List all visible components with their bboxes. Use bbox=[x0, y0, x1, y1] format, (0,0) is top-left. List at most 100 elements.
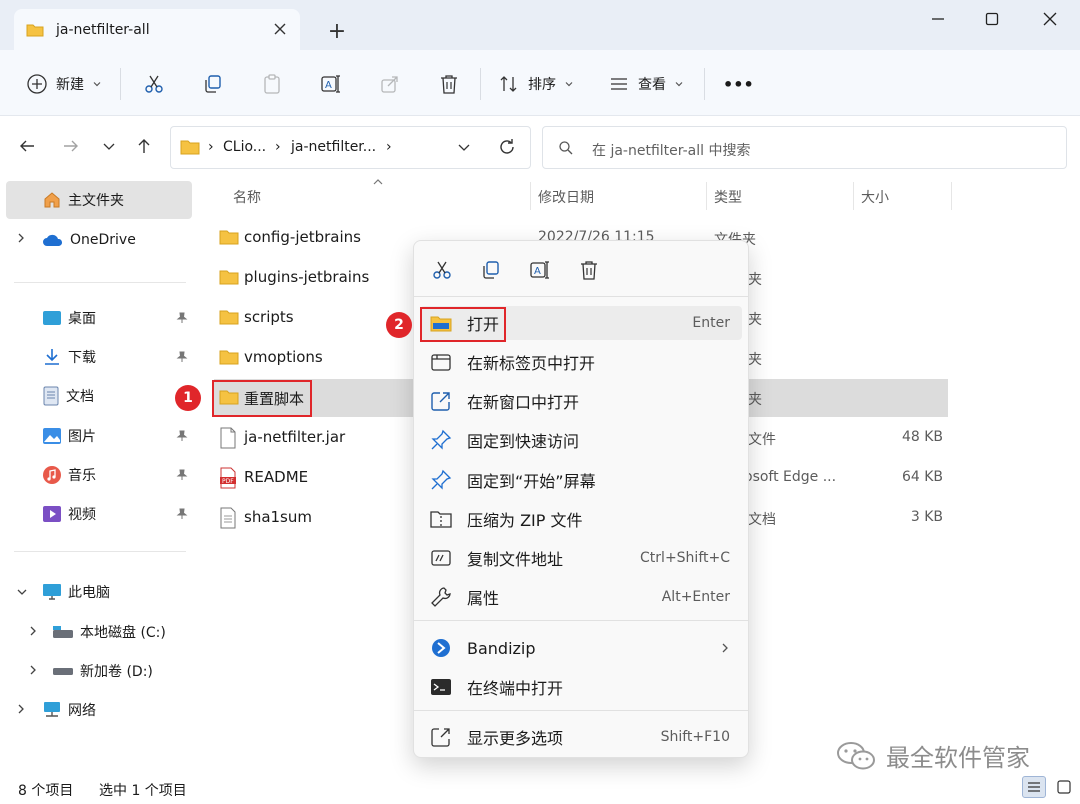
menu-item-open-terminal[interactable]: 在终端中打开 bbox=[420, 670, 742, 704]
column-header-name[interactable]: 名称 bbox=[233, 187, 261, 207]
expand-chevron-icon[interactable] bbox=[28, 664, 38, 676]
pin-icon[interactable] bbox=[176, 430, 188, 442]
menu-item-compress-zip[interactable]: 压缩为 ZIP 文件 bbox=[420, 502, 742, 536]
maximize-button[interactable] bbox=[975, 8, 1009, 30]
step-badge-2: 2 bbox=[386, 312, 412, 338]
share-button[interactable] bbox=[378, 68, 402, 100]
sidebar-item-onedrive[interactable]: OneDrive bbox=[42, 228, 136, 252]
file-name: vmoptions bbox=[244, 348, 323, 366]
svg-text:A: A bbox=[534, 266, 541, 277]
column-header-modified[interactable]: 修改日期 bbox=[538, 187, 594, 207]
pin-icon[interactable] bbox=[176, 312, 188, 324]
menu-item-pin-start[interactable]: 固定到“开始”屏幕 bbox=[420, 463, 742, 497]
paste-button[interactable] bbox=[260, 68, 284, 100]
breadcrumb-item[interactable]: ja-netfilter... bbox=[291, 139, 376, 155]
menu-item-label: 压缩为 ZIP 文件 bbox=[467, 511, 583, 530]
forward-button[interactable] bbox=[60, 135, 82, 157]
column-header-size[interactable]: 大小 bbox=[861, 187, 889, 207]
details-view-button[interactable] bbox=[1022, 776, 1046, 798]
copy-icon[interactable] bbox=[479, 258, 503, 282]
sidebar-item-drive-d[interactable]: 新加卷 (D:) bbox=[52, 659, 153, 683]
column-header-type[interactable]: 类型 bbox=[714, 187, 742, 207]
file-name: 重置脚本 bbox=[244, 390, 305, 408]
back-button[interactable] bbox=[16, 135, 38, 157]
up-button[interactable] bbox=[133, 135, 155, 157]
more-options-icon bbox=[429, 725, 453, 749]
delete-button[interactable] bbox=[437, 68, 461, 100]
menu-item-copy-path[interactable]: 复制文件地址 Ctrl+Shift+C bbox=[420, 541, 742, 575]
pin-icon[interactable] bbox=[176, 469, 188, 481]
breadcrumb-item[interactable]: CLio... bbox=[223, 139, 266, 155]
pin-icon[interactable] bbox=[176, 508, 188, 520]
sidebar-item-home[interactable]: 主文件夹 bbox=[42, 188, 124, 212]
tab-title: ja-netfilter-all bbox=[56, 21, 150, 38]
close-window-button[interactable] bbox=[1033, 8, 1067, 30]
column-divider[interactable] bbox=[951, 182, 952, 210]
pdf-icon: PDF bbox=[219, 467, 237, 489]
menu-item-pin-quick-access[interactable]: 固定到快速访问 bbox=[420, 423, 742, 457]
close-tab-icon[interactable] bbox=[272, 21, 288, 37]
sidebar-item-this-pc[interactable]: 此电脑 bbox=[42, 580, 110, 604]
expand-chevron-icon[interactable] bbox=[28, 625, 38, 637]
collapse-chevron-icon[interactable] bbox=[16, 587, 28, 597]
sidebar-item-videos[interactable]: 视频 bbox=[42, 502, 96, 526]
pin-icon[interactable] bbox=[176, 351, 188, 363]
new-tab-button[interactable]: + bbox=[326, 19, 348, 44]
recent-locations-button[interactable] bbox=[98, 135, 120, 157]
more-options-button[interactable]: ••• bbox=[723, 68, 754, 100]
home-icon bbox=[42, 190, 62, 210]
computer-icon bbox=[42, 583, 62, 601]
menu-item-label: 在终端中打开 bbox=[467, 679, 564, 698]
sidebar-divider bbox=[14, 551, 186, 552]
rename-icon[interactable]: A bbox=[528, 258, 552, 282]
text-file-icon bbox=[219, 507, 237, 529]
address-history-dropdown-icon[interactable] bbox=[457, 140, 471, 154]
sidebar-item-downloads[interactable]: 下载 bbox=[42, 345, 96, 369]
sort-button[interactable]: 排序 bbox=[498, 68, 574, 100]
sidebar-item-label: 音乐 bbox=[68, 468, 96, 484]
menu-item-label: 复制文件地址 bbox=[467, 550, 564, 569]
expand-chevron-icon[interactable] bbox=[16, 703, 26, 715]
status-selected-count: 选中 1 个项目 bbox=[99, 783, 187, 799]
minimize-button[interactable] bbox=[921, 8, 955, 30]
sidebar-item-pictures[interactable]: 图片 bbox=[42, 424, 96, 448]
sidebar-item-network[interactable]: 网络 bbox=[42, 698, 96, 722]
sidebar-item-desktop[interactable]: 桌面 bbox=[42, 306, 96, 330]
view-button[interactable]: 查看 bbox=[608, 68, 684, 100]
sidebar-item-drive-c[interactable]: 本地磁盘 (C:) bbox=[52, 620, 166, 644]
terminal-icon bbox=[429, 675, 453, 699]
column-divider[interactable] bbox=[530, 182, 531, 210]
copy-button[interactable] bbox=[201, 68, 225, 100]
file-name: plugins-jetbrains bbox=[244, 268, 370, 286]
expand-chevron-icon[interactable] bbox=[16, 232, 26, 244]
menu-item-show-more-options[interactable]: 显示更多选项 Shift+F10 bbox=[420, 720, 742, 754]
new-button[interactable]: 新建 bbox=[26, 68, 102, 100]
file-type: 夹 bbox=[748, 352, 762, 368]
tab-active[interactable]: ja-netfilter-all bbox=[14, 9, 300, 50]
sidebar-item-music[interactable]: 音乐 bbox=[42, 463, 96, 487]
trash-icon[interactable] bbox=[577, 258, 601, 282]
rename-button[interactable]: A bbox=[319, 68, 343, 100]
copy-icon bbox=[202, 73, 224, 95]
menu-item-bandizip[interactable]: Bandizip bbox=[420, 631, 742, 665]
column-divider[interactable] bbox=[853, 182, 854, 210]
external-window-icon bbox=[429, 389, 453, 413]
menu-item-open-new-window[interactable]: 在新窗口中打开 bbox=[420, 384, 742, 418]
folder-icon bbox=[219, 229, 239, 245]
sidebar-item-label: 视频 bbox=[68, 507, 96, 523]
cut-icon[interactable] bbox=[430, 258, 454, 282]
sidebar-item-documents[interactable]: 文档 bbox=[42, 384, 94, 408]
folder-icon bbox=[219, 389, 239, 405]
refresh-icon[interactable] bbox=[497, 137, 517, 157]
menu-item-properties[interactable]: 属性 Alt+Enter bbox=[420, 580, 742, 614]
search-placeholder: 在 ja-netfilter-all 中搜索 bbox=[592, 143, 751, 159]
file-name: config-jetbrains bbox=[244, 228, 361, 246]
menu-item-open-new-tab[interactable]: 在新标签页中打开 bbox=[420, 345, 742, 379]
file-name: sha1sum bbox=[244, 508, 312, 526]
cut-button[interactable] bbox=[142, 68, 166, 100]
pin-icon bbox=[429, 468, 453, 492]
image-icon bbox=[42, 427, 62, 445]
tiles-view-button[interactable] bbox=[1052, 776, 1076, 798]
menu-item-shortcut: Shift+F10 bbox=[660, 729, 730, 745]
column-divider[interactable] bbox=[706, 182, 707, 210]
